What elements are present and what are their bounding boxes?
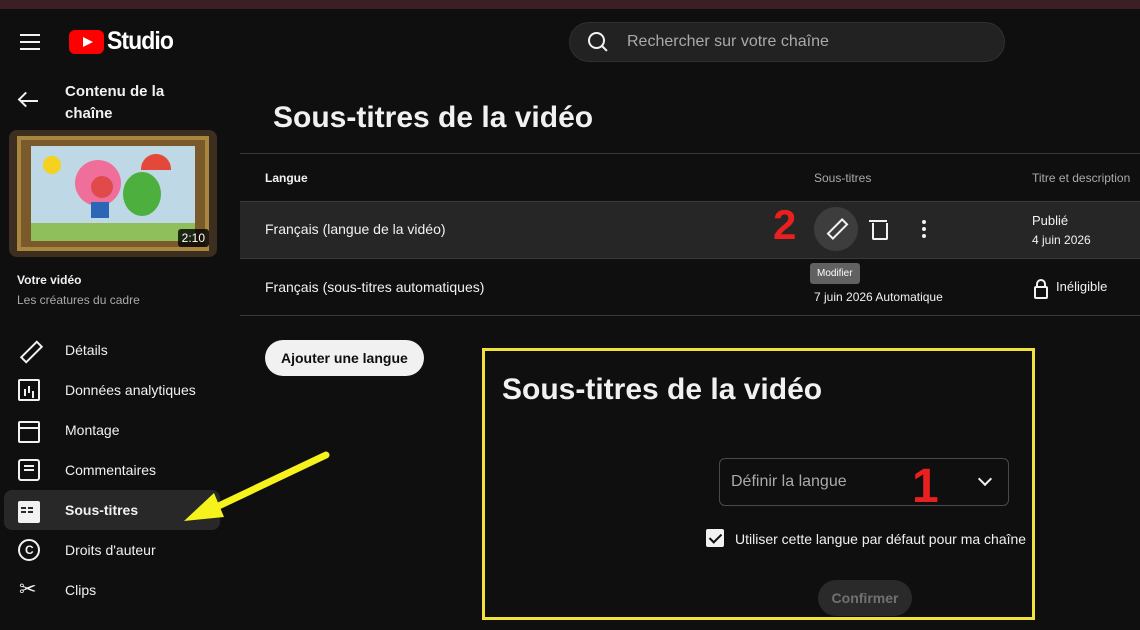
default-language-checkbox[interactable] [706, 529, 724, 547]
divider [240, 153, 1140, 154]
default-language-label: Utiliser cette langue par défaut pour ma… [735, 531, 1027, 547]
thumbnail-art [31, 146, 195, 241]
title-status: Publié [1032, 213, 1069, 228]
edit-subtitles-button[interactable] [814, 207, 858, 251]
divider [240, 315, 1140, 316]
more-options-icon[interactable] [922, 220, 926, 238]
trash-icon[interactable] [868, 218, 890, 242]
confirm-button[interactable]: Confirmer [818, 580, 912, 616]
top-strip [0, 0, 1140, 9]
row-language: Français (langue de la vidéo) [265, 221, 446, 237]
sidebar: Contenu de la chaîne 2:10 Votre vidéo Le… [0, 73, 240, 630]
pencil-icon [18, 339, 40, 361]
thumbnail-ground [31, 223, 195, 241]
column-header-title-description: Titre et description [1032, 171, 1131, 185]
scissors-icon [18, 577, 40, 602]
language-select[interactable]: Définir la langue [719, 458, 1009, 506]
edit-tooltip: Modifier [810, 263, 860, 284]
lock-icon [1034, 279, 1048, 299]
title-status: Inéligible [1056, 279, 1108, 294]
video-label: Votre vidéo [17, 273, 82, 287]
sidebar-item-label: Clips [65, 582, 97, 598]
annotation-step-1: 1 [912, 460, 939, 513]
search-bar[interactable]: Rechercher sur votre chaîne [569, 22, 1005, 62]
sidebar-item-label: Données analytiques [65, 382, 196, 398]
subtitles-icon [18, 501, 40, 523]
header: Studio Rechercher sur votre chaîne [0, 9, 1140, 73]
row-language: Français (sous-titres automatiques) [265, 279, 485, 295]
subtitle-info: 7 juin 2026 Automatique [814, 290, 943, 304]
sidebar-item-analytics[interactable]: Données analytiques [4, 370, 220, 410]
youtube-studio-logo[interactable]: Studio [69, 27, 179, 56]
comment-icon [18, 459, 40, 481]
sidebar-item-label: Montage [65, 422, 120, 438]
add-language-button[interactable]: Ajouter une langue [265, 340, 424, 376]
page-title: Sous-titres de la vidéo [273, 101, 594, 134]
language-select-placeholder: Définir la langue [731, 473, 847, 490]
thumbnail-creature-face [91, 176, 113, 198]
column-header-language[interactable]: Langue [265, 171, 308, 185]
column-header-subtitles: Sous-titres [814, 171, 872, 185]
back-arrow-icon[interactable] [18, 93, 40, 109]
sidebar-item-clips[interactable]: Clips [4, 570, 220, 610]
clapperboard-icon [18, 421, 40, 443]
main-content: Sous-titres de la vidéo Langue Sous-titr… [240, 73, 1140, 630]
chevron-down-icon [977, 471, 993, 487]
dialog-title: Sous-titres de la vidéo [502, 373, 823, 406]
divider [240, 201, 1140, 202]
sidebar-item-copyright[interactable]: Droits d'auteur [4, 530, 220, 570]
thumbnail-sun [43, 156, 61, 174]
sidebar-item-label: Droits d'auteur [65, 542, 156, 558]
sidebar-item-label: Sous-titres [65, 502, 139, 518]
thumbnail-creature-body [91, 202, 109, 218]
sidebar-item-editor[interactable]: Montage [4, 410, 220, 450]
divider [240, 258, 1140, 259]
thumbnail-tree [123, 172, 161, 216]
video-thumbnail[interactable]: 2:10 [9, 130, 217, 257]
analytics-icon [18, 379, 40, 401]
thumbnail-umbrella [141, 154, 171, 170]
menu-icon[interactable] [20, 34, 40, 50]
video-duration: 2:10 [177, 229, 209, 247]
logo-text: Studio [107, 27, 174, 55]
search-icon[interactable] [588, 32, 608, 52]
sidebar-item-details[interactable]: Détails [4, 330, 220, 370]
annotation-step-2: 2 [773, 201, 797, 248]
title-date: 4 juin 2026 [1032, 233, 1091, 247]
channel-content-link[interactable]: Contenu de la chaîne [65, 81, 215, 125]
youtube-play-icon [69, 29, 104, 54]
video-name: Les créatures du cadre [17, 293, 140, 307]
sidebar-item-label: Commentaires [65, 462, 157, 478]
search-input[interactable]: Rechercher sur votre chaîne [627, 33, 829, 51]
sidebar-item-label: Détails [65, 342, 108, 358]
copyright-icon [18, 539, 40, 561]
language-dialog: Sous-titres de la vidéo Définir la langu… [482, 348, 1035, 620]
